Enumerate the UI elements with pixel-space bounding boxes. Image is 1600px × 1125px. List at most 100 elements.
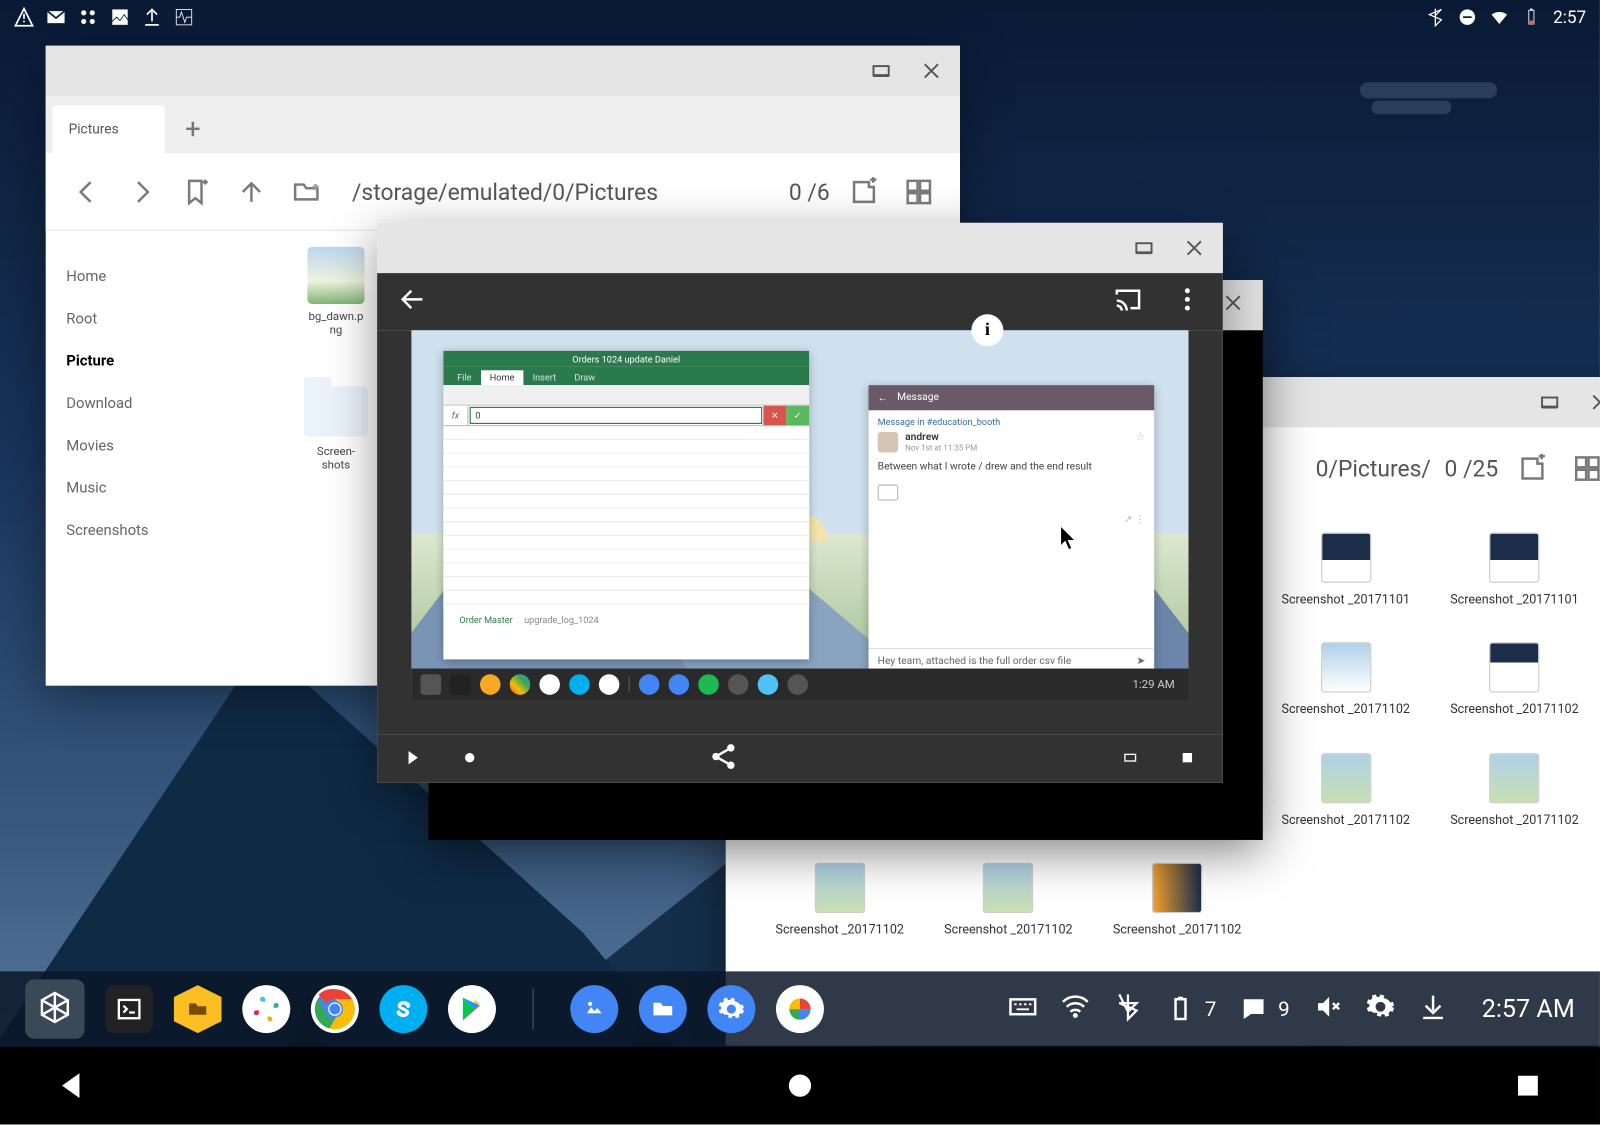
battery-icon [1521,7,1542,28]
image-viewer-window[interactable]: Orders 1024 update Daniel File Home Inse… [377,223,1223,783]
cloud-decoration [1371,101,1451,115]
file-thumbnail [307,247,364,304]
new-tab-button[interactable]: + [164,105,221,153]
close-button[interactable] [1182,235,1207,260]
nav-recent-button[interactable] [1513,1071,1543,1101]
maximize-button[interactable] [1537,390,1562,415]
activity-icon [174,7,195,28]
up-button[interactable] [231,171,272,212]
file-item[interactable]: Screenshot _20171102 [1261,643,1430,719]
file-item[interactable]: Screenshot _20171102 [1430,643,1599,719]
status-time: 2:57 [1553,7,1586,28]
info-badge[interactable]: i [971,314,1003,346]
file-thumbnail [1489,533,1539,583]
cursor-icon [1059,525,1080,552]
view-grid-button[interactable] [1567,448,1600,489]
sidebar-item-movies[interactable]: Movies [46,425,275,467]
wifi-tray-icon[interactable] [1061,991,1091,1026]
inner-message-window: ←Message Message in #education_booth and… [869,385,1155,694]
tab-bar: Pictures + [46,96,960,153]
launcher-button[interactable] [25,979,84,1038]
file-item[interactable]: Screenshot _20171102 [755,863,924,939]
inner-excel-window: Orders 1024 update Daniel File Home Inse… [443,351,809,660]
titlebar[interactable] [46,46,960,96]
maximize-button[interactable] [869,58,894,83]
battery-tray-icon[interactable]: 7 [1166,994,1216,1024]
file-thumbnail [1152,863,1202,913]
file-item[interactable]: Screenshot _20171101 [1261,533,1430,609]
excel-title: Orders 1024 update Daniel [443,351,809,367]
file-thumbnail [1489,643,1539,693]
screenshot-image: Orders 1024 update Daniel File Home Inse… [411,330,1188,700]
chat-tray-icon[interactable]: 9 [1239,994,1289,1024]
titlebar[interactable] [377,223,1223,273]
taskbar[interactable]: 7 9 2:57 AM [0,971,1600,1046]
google-photos-app-icon[interactable] [776,985,824,1033]
sidebar-item-root[interactable]: Root [46,298,275,340]
forward-button[interactable] [121,171,162,212]
volume-mute-icon[interactable] [1313,991,1343,1026]
item-counter: 0 /25 [1445,455,1499,482]
download-tray-icon[interactable] [1418,991,1448,1026]
inner-nav-square [1179,748,1195,770]
settings-app-icon[interactable] [707,985,755,1033]
file-label: Screenshot _20171101 [1282,592,1410,608]
files-app-icon[interactable] [174,985,222,1033]
skype-app-icon[interactable] [379,985,427,1033]
chrome-app-icon[interactable] [311,985,359,1033]
photos-app-icon[interactable] [570,985,618,1033]
view-grid-button[interactable] [898,171,939,212]
file-item[interactable]: Screenshot _20171102 [1093,863,1262,939]
file-thumbnail [1321,643,1371,693]
more-icon[interactable] [1173,285,1203,319]
new-folder-button[interactable] [286,171,327,212]
close-button[interactable] [1587,390,1600,415]
upload-icon [142,7,163,28]
terminal-app-icon[interactable] [105,985,153,1033]
sidebar-item-download[interactable]: Download [46,383,275,425]
tab-pictures[interactable]: Pictures [53,105,165,153]
play-store-app-icon[interactable] [448,985,496,1033]
folder-item[interactable]: Screen- shots [290,386,381,473]
settings-tray-icon[interactable] [1365,991,1395,1026]
sidebar-item-picture[interactable]: Picture [46,341,275,383]
share-button[interactable] [709,742,739,776]
nav-home-button[interactable] [785,1071,815,1101]
maximize-button[interactable] [1131,235,1156,260]
cast-icon[interactable] [1113,285,1143,319]
file-label: Screenshot _20171102 [1113,922,1241,938]
taskbar-clock[interactable]: 2:57 AM [1482,995,1575,1024]
sidebar: Home Root Picture Download Movies Music … [46,231,275,686]
file-label: Screenshot _20171101 [1450,592,1578,608]
photo-icon [110,7,131,28]
back-button[interactable] [66,171,107,212]
taskbar-divider [533,989,534,1030]
file-item[interactable]: Screenshot _20171102 [1430,753,1599,829]
bookmark-add-button[interactable] [176,171,217,212]
file-item[interactable]: bg_dawn.p ng [290,247,381,338]
folder-label: Screen- shots [317,446,355,473]
sidebar-item-music[interactable]: Music [46,467,275,509]
slack-app-icon[interactable] [242,985,290,1033]
close-button[interactable] [1222,291,1245,318]
new-file-button[interactable] [843,171,884,212]
file-item[interactable]: Screenshot _20171102 [1261,753,1430,829]
back-button[interactable] [398,285,428,319]
close-button[interactable] [919,58,944,83]
viewer-content[interactable]: Orders 1024 update Daniel File Home Inse… [377,330,1223,735]
toolbar: /storage/emulated/0/Pictures 0 /6 [46,153,960,231]
nav-back-button[interactable] [57,1071,87,1101]
sidebar-item-home[interactable]: Home [46,256,275,298]
sidebar-item-screenshots[interactable]: Screenshots [46,510,275,552]
keyboard-icon[interactable] [1008,991,1038,1026]
bluetooth-tray-icon[interactable] [1113,991,1143,1026]
files-blue-app-icon[interactable] [639,985,687,1033]
file-label: bg_dawn.p ng [308,311,363,338]
file-label: Screenshot _20171102 [944,922,1072,938]
gmail-icon [46,7,67,28]
path-display[interactable]: /storage/emulated/0/Pictures [341,178,776,205]
file-item[interactable]: Screenshot _20171102 [924,863,1093,939]
alert-icon [14,7,35,28]
file-item[interactable]: Screenshot _20171101 [1430,533,1599,609]
new-file-button[interactable] [1512,448,1553,489]
